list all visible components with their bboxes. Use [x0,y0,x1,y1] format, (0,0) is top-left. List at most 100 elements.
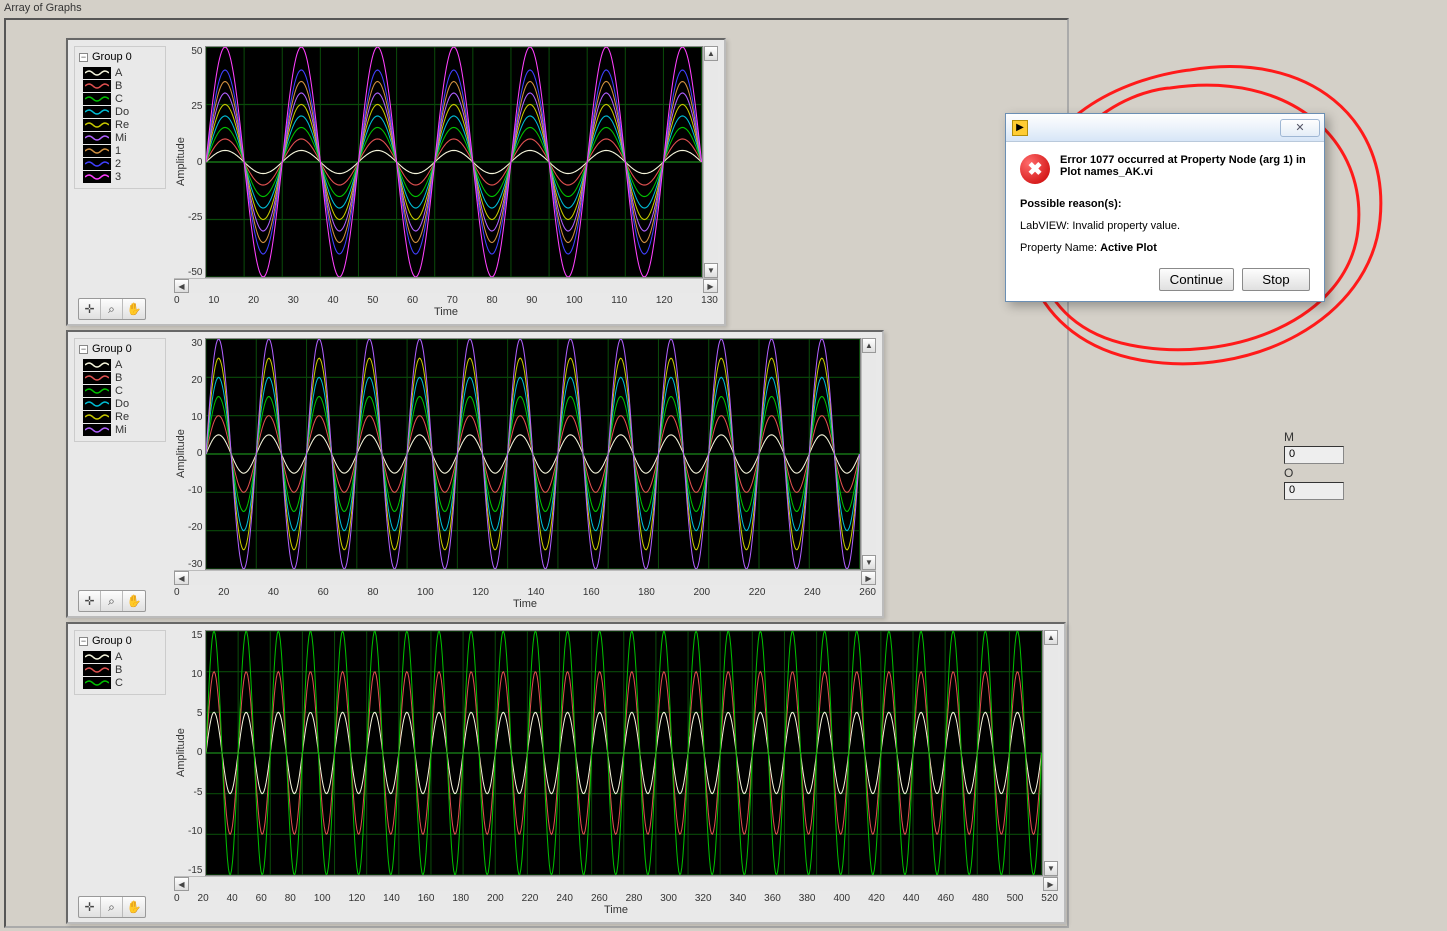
legend-label: Do [115,398,129,410]
x-axis-ticks: 020406080100120140160180200220240260 [174,585,876,598]
x-axis-ticks: 0204060801001201401601802002202402602803… [174,891,1058,904]
y-axis-ticks: 50250-25-50 [188,46,205,278]
m-label: M [1284,430,1294,444]
legend-group-title: Group 0 [92,343,132,355]
legend-swatch [83,67,111,79]
dialog-titlebar[interactable]: ▶ ✕ [1006,114,1324,142]
y-axis-ticks: 3020100-10-20-30 [188,338,205,570]
dialog-close-button[interactable]: ✕ [1280,119,1320,137]
legend-swatch [83,372,111,384]
graph-card-1: − Group 0 A B [66,38,726,326]
legend-item[interactable]: 1 [79,145,161,157]
legend-item[interactable]: Do [79,106,161,118]
scroll-up-icon[interactable]: ▲ [862,338,876,353]
scroll-left-icon[interactable]: ◀ [174,279,189,293]
x-axis-label: Time [174,598,876,610]
legend-item[interactable]: Re [79,411,161,423]
dialog-message: Error 1077 occurred at Property Node (ar… [1060,154,1306,184]
graph-palette: ✛ ⌕ ✋ [78,896,146,918]
legend-item[interactable]: C [79,385,161,397]
legend-item[interactable]: B [79,664,161,676]
error-icon: ✖ [1020,154,1050,184]
legend-swatch [83,411,111,423]
scroll-down-icon[interactable]: ▼ [1044,861,1058,876]
dialog-message-line2: Plot names_AK.vi [1060,166,1153,178]
pan-tool-button[interactable]: ✋ [123,591,145,611]
legend-swatch [83,171,111,183]
stop-button[interactable]: Stop [1242,268,1310,291]
legend-swatch [83,93,111,105]
legend-item[interactable]: Mi [79,132,161,144]
legend-item[interactable]: A [79,67,161,79]
error-dialog: ▶ ✕ ✖ Error 1077 occurred at Property No… [1005,113,1325,302]
scroll-left-icon[interactable]: ◀ [174,877,189,891]
horizontal-scrollbar[interactable]: ◀ ▶ [174,278,718,293]
legend-item[interactable]: A [79,359,161,371]
legend-item[interactable]: B [79,372,161,384]
legend-item[interactable]: B [79,80,161,92]
scroll-right-icon[interactable]: ▶ [1043,877,1058,891]
legend-swatch [83,106,111,118]
plot-area[interactable] [205,46,703,278]
legend-swatch [83,677,111,689]
tree-collapse-icon[interactable]: − [79,345,88,354]
scroll-right-icon[interactable]: ▶ [703,279,718,293]
zoom-tool-button[interactable]: ⌕ [101,299,123,319]
legend-swatch [83,158,111,170]
legend-swatch [83,132,111,144]
legend-item[interactable]: C [79,93,161,105]
legend-item[interactable]: C [79,677,161,689]
y-axis-label: Amplitude [174,46,188,278]
legend-swatch [83,651,111,663]
legend-item[interactable]: Re [79,119,161,131]
horizontal-scrollbar[interactable]: ◀ ▶ [174,570,876,585]
pan-tool-button[interactable]: ✋ [123,897,145,917]
scroll-down-icon[interactable]: ▼ [704,263,718,278]
tree-collapse-icon[interactable]: − [79,637,88,646]
scroll-left-icon[interactable]: ◀ [174,571,189,585]
zoom-tool-button[interactable]: ⌕ [101,591,123,611]
legend-label: 1 [115,145,121,157]
graph-card-2: − Group 0 A B [66,330,884,618]
plot-area[interactable] [205,630,1043,876]
tree-collapse-icon[interactable]: − [79,53,88,62]
zoom-tool-button[interactable]: ⌕ [101,897,123,917]
legend-swatch [83,145,111,157]
crosshair-tool-button[interactable]: ✛ [79,897,101,917]
x-axis-label: Time [174,904,1058,916]
legend-swatch [83,359,111,371]
legend-item[interactable]: Mi [79,424,161,436]
legend-label: C [115,93,123,105]
continue-button[interactable]: Continue [1159,268,1234,291]
graph-palette: ✛ ⌕ ✋ [78,590,146,612]
plot-area[interactable] [205,338,861,570]
crosshair-tool-button[interactable]: ✛ [79,591,101,611]
legend-label: 3 [115,171,121,183]
scroll-up-icon[interactable]: ▲ [704,46,718,61]
crosshair-tool-button[interactable]: ✛ [79,299,101,319]
legend-swatch [83,424,111,436]
legend-swatch [83,664,111,676]
vertical-scrollbar[interactable]: ▲ ▼ [703,46,718,278]
scroll-up-icon[interactable]: ▲ [1044,630,1058,645]
vertical-scrollbar[interactable]: ▲ ▼ [1043,630,1058,876]
legend-pane: − Group 0 A B [74,338,166,442]
legend-label: Mi [115,424,127,436]
vertical-scrollbar[interactable]: ▲ ▼ [861,338,876,570]
legend-item[interactable]: A [79,651,161,663]
dialog-reason-text: LabVIEW: Invalid property value. [1020,220,1310,232]
horizontal-scrollbar[interactable]: ◀ ▶ [174,876,1058,891]
legend-item[interactable]: 3 [79,171,161,183]
dialog-body: ✖ Error 1077 occurred at Property Node (… [1006,142,1324,301]
o-label: O [1284,466,1293,480]
x-axis-label: Time [174,306,718,318]
legend-label: C [115,385,123,397]
scroll-down-icon[interactable]: ▼ [862,555,876,570]
dialog-message-line1: Error 1077 occurred at Property Node (ar… [1060,154,1306,166]
scroll-right-icon[interactable]: ▶ [861,571,876,585]
legend-item[interactable]: 2 [79,158,161,170]
legend-item[interactable]: Do [79,398,161,410]
pan-tool-button[interactable]: ✋ [123,299,145,319]
legend-label: C [115,677,123,689]
legend-label: A [115,359,122,371]
